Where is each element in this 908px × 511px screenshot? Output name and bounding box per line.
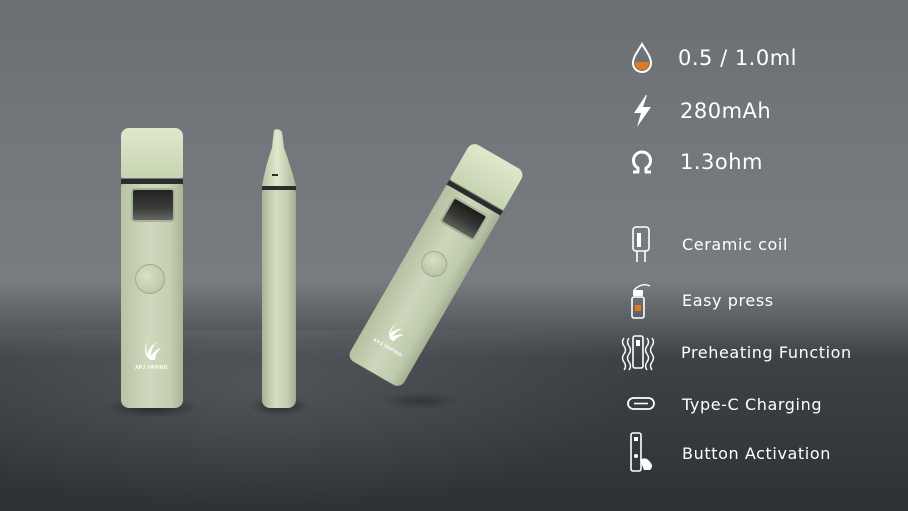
resistance-value: 1.3ohm — [680, 150, 764, 174]
spec-capacity: 0.5 / 1.0ml — [628, 42, 798, 73]
feature-type-c: Type-C Charging — [626, 384, 822, 424]
battery-value: 280mAh — [680, 99, 772, 123]
ohm-icon — [628, 148, 656, 176]
lightning-icon — [628, 95, 656, 127]
feature-label: Easy press — [682, 290, 774, 310]
easy-press-icon — [626, 280, 656, 320]
feature-easy-press: Easy press — [626, 280, 774, 320]
ceramic-coil-icon — [626, 224, 656, 264]
device-side-mouthpiece — [262, 129, 296, 186]
type-c-icon — [626, 384, 656, 424]
feature-label: Ceramic coil — [682, 234, 788, 254]
spec-battery: 280mAh — [628, 95, 772, 127]
brand-label: APJ VAPING — [135, 365, 168, 371]
device-mouthpiece — [121, 128, 183, 178]
device-front-view: APJ VAPING — [121, 128, 183, 408]
feature-label: Type-C Charging — [682, 394, 823, 414]
feature-ceramic-coil: Ceramic coil — [626, 224, 788, 264]
device-body — [262, 190, 296, 408]
device-side-view — [260, 128, 298, 408]
device-button — [135, 264, 165, 294]
spec-resistance: 1.3ohm — [628, 148, 763, 176]
feature-label: Button Activation — [682, 443, 831, 463]
drop-icon — [628, 42, 656, 73]
button-activation-icon — [626, 430, 656, 476]
device-oil-window — [131, 188, 175, 222]
capacity-value: 0.5 / 1.0ml — [678, 46, 798, 70]
brand-logo-icon — [145, 334, 161, 360]
feature-button-activation: Button Activation — [626, 430, 831, 476]
device-shadow — [380, 392, 460, 410]
preheating-icon — [620, 332, 656, 372]
floor-reflection — [0, 330, 640, 511]
feature-label: Preheating Function — [681, 342, 852, 362]
feature-preheating: Preheating Function — [620, 332, 852, 372]
